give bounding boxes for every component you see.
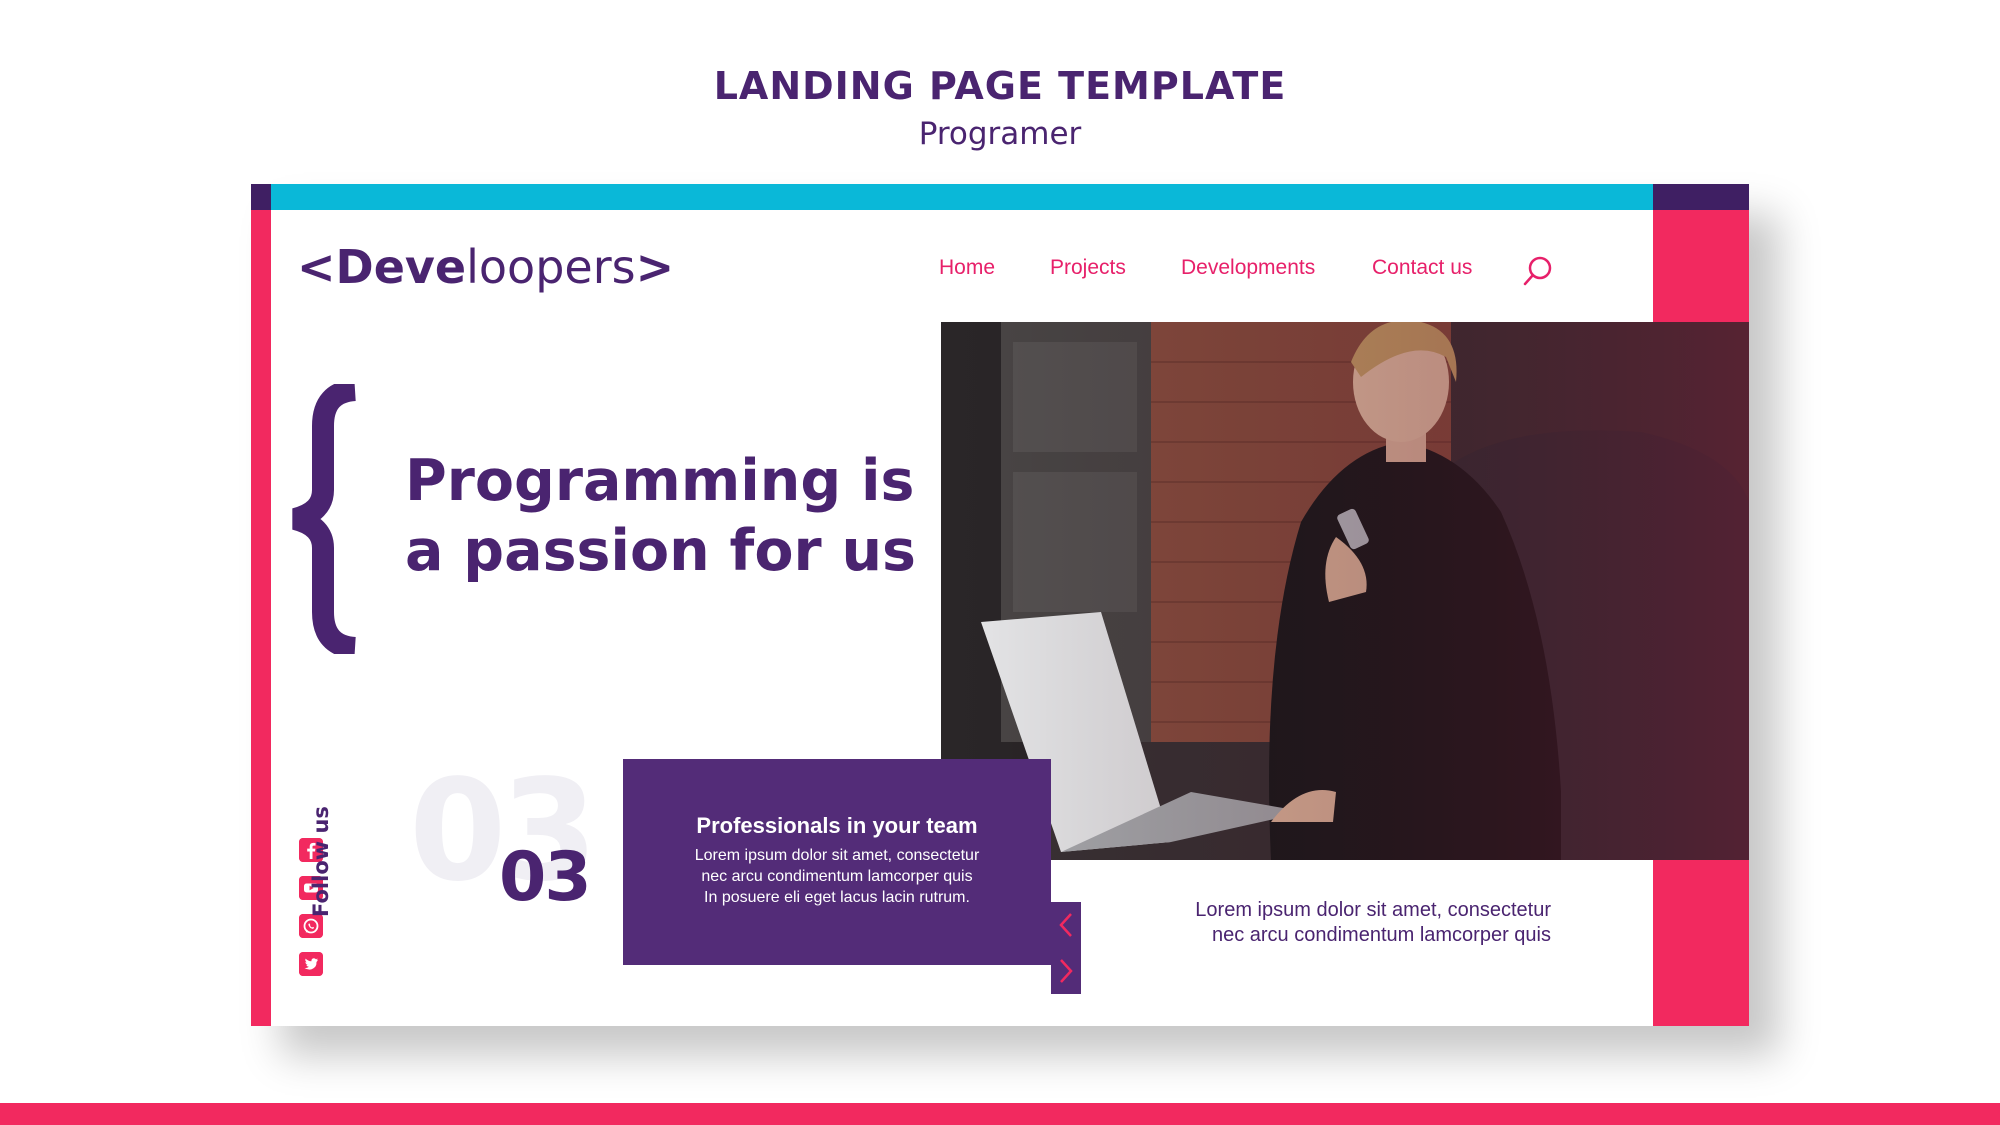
curly-brace-icon <box>291 384 357 654</box>
nav-developments[interactable]: Developments <box>1181 256 1315 280</box>
landing-page-mockup: <Develoopers> Home Projects Developments… <box>251 184 1749 1026</box>
side-description: Lorem ipsum dolor sit amet, consectetur … <box>1151 898 1551 948</box>
side-description-line1: Lorem ipsum dolor sit amet, consectetur <box>1195 899 1551 921</box>
hero-photo <box>941 322 1749 860</box>
card-body: Lorem ipsum dolor sit amet, consectetur … <box>653 845 1021 908</box>
chevron-left-icon[interactable] <box>1051 902 1081 948</box>
top-accent-bar <box>271 184 1673 210</box>
header-title: LANDING PAGE TEMPLATE <box>713 64 1287 108</box>
logo-open-bracket: < <box>297 240 336 294</box>
logo-close-bracket: > <box>635 240 675 294</box>
chevron-right-icon[interactable] <box>1051 948 1081 994</box>
card-title: Professionals in your team <box>696 813 978 838</box>
whatsapp-icon[interactable] <box>299 914 323 938</box>
bottom-accent-bar <box>0 1103 2000 1125</box>
card-body-line2: nec arcu condimentum lamcorper quis <box>701 868 973 885</box>
header-subtitle: Programer <box>918 116 1082 152</box>
right-corner-block <box>1653 184 1749 210</box>
logo-light-text: loopers <box>466 240 636 294</box>
counter-number: 03 <box>499 838 592 917</box>
card-body-line3: In posuere eli eget lacus lacin rutrum. <box>704 889 970 906</box>
nav-contact-us[interactable]: Contact us <box>1372 256 1472 280</box>
twitter-icon[interactable] <box>299 952 323 976</box>
logo[interactable]: <Develoopers> <box>297 240 674 294</box>
nav-home[interactable]: Home <box>939 256 995 280</box>
logo-bold-text: Deve <box>335 240 467 294</box>
professionals-card: Professionals in your team Lorem ipsum d… <box>623 759 1051 965</box>
slider-arrows <box>1051 902 1081 994</box>
card-body-line1: Lorem ipsum dolor sit amet, consectetur <box>694 847 980 864</box>
search-icon[interactable] <box>1521 254 1555 288</box>
side-description-line2: nec arcu condimentum lamcorper quis <box>1211 924 1551 946</box>
hero-headline: Programming is a passion for us <box>405 446 916 586</box>
left-accent-bar <box>251 184 271 1026</box>
hero-headline-line2: a passion for us <box>405 518 916 584</box>
left-corner-block <box>251 184 271 210</box>
follow-us-label: Follow us <box>309 806 333 917</box>
nav-projects[interactable]: Projects <box>1050 256 1126 280</box>
hero-headline-line1: Programming is <box>405 448 915 514</box>
